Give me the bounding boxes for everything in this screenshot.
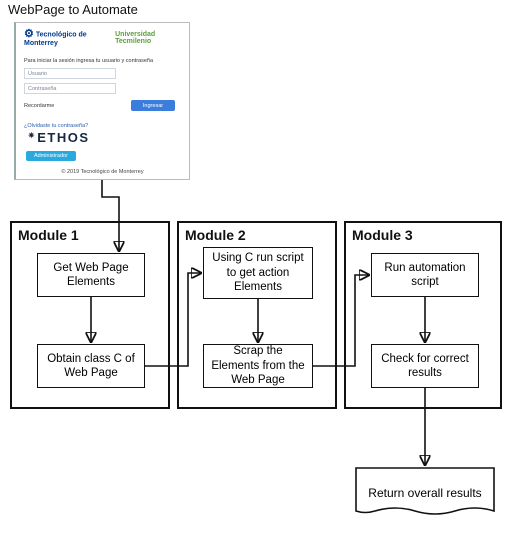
password-input[interactable]: Contraseña: [24, 83, 116, 94]
m3-node-run-automation: Run automation script: [371, 253, 479, 297]
login-hint: Para iniciar la sesión ingresa tu usuari…: [24, 58, 181, 64]
module-1-label: Module 1: [18, 227, 79, 243]
copyright: © 2019 Tecnológico de Monterrey: [24, 169, 181, 175]
logo-row: ⚙Tecnológico de Monterrey Universidad Te…: [24, 29, 181, 47]
ethos-brand: ✷ETHOS: [28, 131, 181, 144]
ethos-text: ETHOS: [37, 130, 89, 145]
gear-icon: ⚙: [24, 28, 34, 40]
diagram-title: WebPage to Automate: [8, 2, 138, 17]
tec-logo: ⚙Tecnológico de Monterrey: [24, 29, 107, 47]
m1-node-obtain-class: Obtain class C of Web Page: [37, 344, 145, 388]
m2-node-run-script: Using C run script to get action Element…: [203, 247, 313, 299]
m3-node-check-results: Check for correct results: [371, 344, 479, 388]
result-node: Return overall results: [355, 467, 495, 519]
star-icon: ✷: [28, 131, 36, 140]
webpage-panel: ⚙Tecnológico de Monterrey Universidad Te…: [14, 22, 190, 180]
remember-label: Recordarme: [24, 103, 54, 109]
forgot-password-link[interactable]: ¿Olvidaste tu contraseña?: [24, 123, 181, 129]
username-input[interactable]: Usuario: [24, 68, 116, 79]
module-3-label: Module 3: [352, 227, 413, 243]
login-button[interactable]: Ingresar: [131, 100, 175, 111]
result-text: Return overall results: [368, 486, 481, 501]
m2-node-scrap: Scrap the Elements from the Web Page: [203, 344, 313, 388]
m1-node-get-elements: Get Web Page Elements: [37, 253, 145, 297]
admin-pill[interactable]: Administrador: [26, 151, 76, 161]
diagram-canvas: WebPage to Automate ⚙Tecnológico de Mont…: [0, 0, 511, 551]
module-2-label: Module 2: [185, 227, 246, 243]
tecmilenio-logo: Universidad Tecmilenio: [115, 31, 181, 45]
